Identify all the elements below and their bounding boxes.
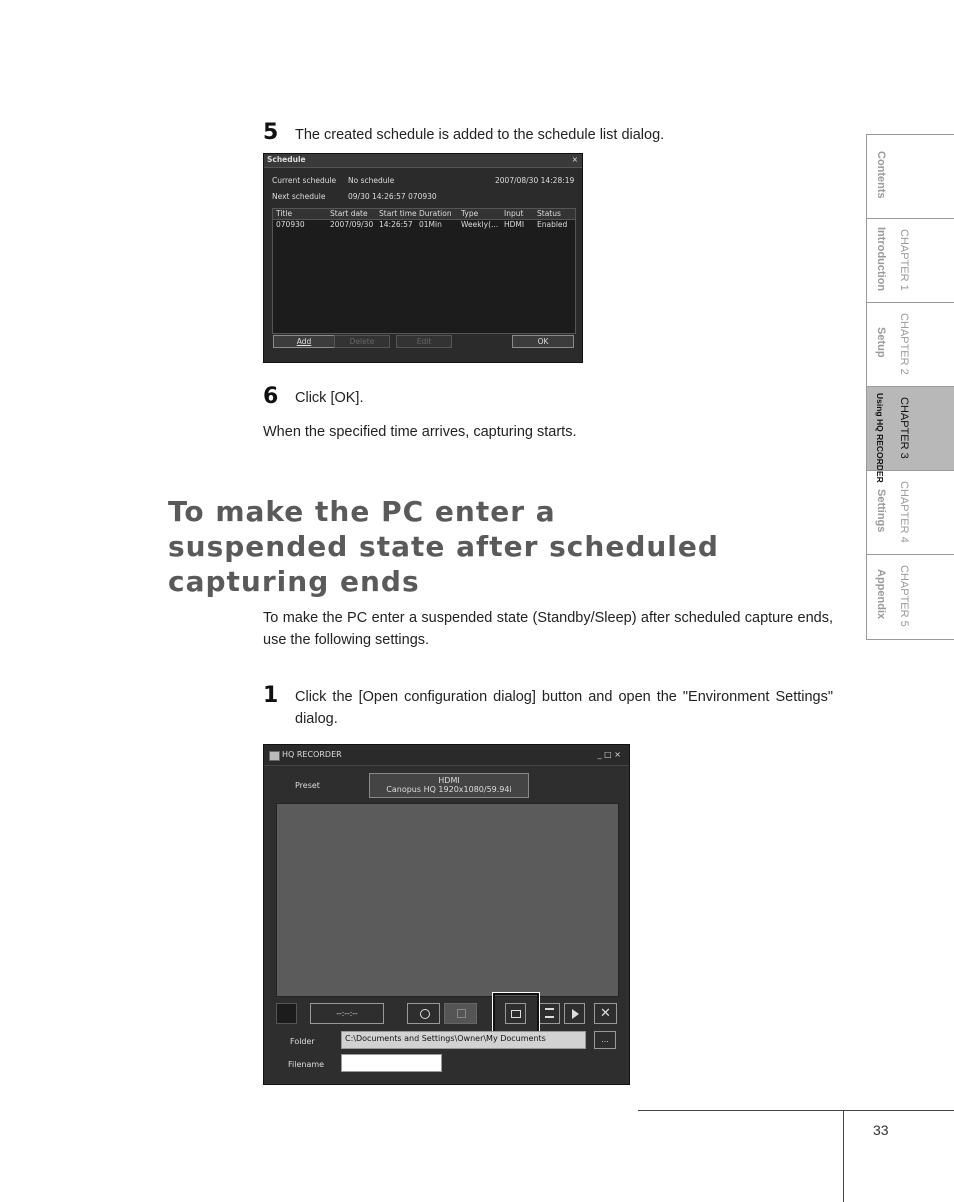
heading-line: capturing ends	[168, 565, 420, 598]
heading-line: To make the PC enter a	[168, 495, 556, 528]
exit-button[interactable]: ✕	[594, 1003, 617, 1024]
video-preview	[276, 803, 619, 997]
record-button[interactable]	[407, 1003, 440, 1024]
folder-label: Folder	[290, 1037, 315, 1046]
filename-input[interactable]	[341, 1054, 442, 1072]
step-number: 1	[263, 683, 279, 708]
callout-highlight	[492, 992, 540, 1034]
edit-button[interactable]: Edit	[396, 335, 452, 348]
preset-selector[interactable]: HDMI Canopus HQ 1920x1080/59.94i	[369, 773, 529, 798]
next-schedule-label: Next schedule	[272, 192, 326, 201]
tab-using-hq-recorder[interactable]: Using HQ RECORDER CHAPTER 3	[866, 386, 954, 483]
preset-input: HDMI	[438, 776, 460, 785]
close-icon[interactable]: ×	[572, 155, 578, 164]
step-text: The created schedule is added to the sch…	[295, 127, 665, 143]
page-number: 33	[873, 1122, 889, 1138]
timecode-display: --:--:--	[310, 1003, 384, 1024]
browse-button[interactable]: ...	[594, 1031, 616, 1049]
preset-format: Canopus HQ 1920x1080/59.94i	[386, 785, 512, 794]
column-header[interactable]: Title	[276, 209, 292, 218]
cell: Weekly(...	[461, 220, 499, 229]
cell: 2007/09/30	[330, 220, 374, 229]
step-text: Click the [Open configuration dialog] bu…	[295, 689, 833, 727]
tab-chapter: CHAPTER 4	[898, 481, 910, 543]
footer-rule	[638, 1110, 954, 1111]
play-button[interactable]	[564, 1003, 585, 1024]
open-configuration-dialog-button[interactable]	[539, 1003, 560, 1024]
delete-button-label: Delete	[349, 337, 375, 346]
cell: HDMI	[504, 220, 525, 229]
record-icon	[420, 1009, 430, 1019]
folder-path-field[interactable]: C:\Documents and Settings\Owner\My Docum…	[341, 1031, 586, 1049]
dialog-title: Schedule	[267, 155, 306, 164]
column-header[interactable]: Status	[537, 209, 561, 218]
cell: 14:26:57	[379, 220, 413, 229]
tab-title: Introduction	[875, 227, 887, 292]
column-header[interactable]: Input	[504, 209, 523, 218]
level-meter	[276, 1003, 297, 1024]
step-note: When the specified time arrives, capturi…	[263, 424, 577, 440]
stop-button[interactable]	[444, 1003, 477, 1024]
window-title: HQ RECORDER	[282, 750, 342, 759]
current-schedule-label: Current schedule	[272, 176, 337, 185]
cell: 070930	[276, 220, 305, 229]
schedule-dialog: Schedule × Current schedule No schedule …	[263, 153, 583, 363]
tab-chapter: CHAPTER 2	[898, 313, 910, 375]
section-heading: To make the PC enter a suspended state a…	[168, 494, 848, 599]
close-x-icon: ✕	[600, 1006, 611, 1021]
intro-paragraph: To make the PC enter a suspended state (…	[263, 610, 833, 648]
next-schedule-value: 09/30 14:26:57 070930	[348, 192, 437, 201]
cell: Enabled	[537, 220, 568, 229]
column-header[interactable]: Duration	[419, 209, 452, 218]
current-schedule-value: No schedule	[348, 176, 395, 185]
filename-label: Filename	[288, 1060, 325, 1069]
column-header[interactable]: Type	[461, 209, 478, 218]
preset-label: Preset	[295, 781, 320, 790]
heading-line: suspended state after scheduled	[168, 530, 719, 563]
tab-title: Appendix	[875, 569, 887, 620]
dialog-titlebar: Schedule ×	[264, 154, 582, 168]
tab-chapter: CHAPTER 5	[898, 565, 910, 627]
add-button[interactable]: Add	[273, 335, 335, 348]
app-icon	[269, 751, 280, 761]
folder-path: C:\Documents and Settings\Owner\My Docum…	[345, 1034, 546, 1043]
step-number: 5	[263, 120, 279, 145]
column-header[interactable]: Start time	[379, 209, 417, 218]
tab-chapter: CHAPTER 3	[898, 397, 910, 459]
ok-button[interactable]: OK	[512, 335, 574, 348]
tab-contents[interactable]: Contents	[866, 134, 954, 218]
list-header: Title Start date Start time Duration Typ…	[273, 209, 575, 220]
play-icon	[572, 1009, 579, 1019]
tab-settings[interactable]: Settings CHAPTER 4	[866, 470, 954, 554]
edit-button-label: Edit	[416, 337, 432, 346]
hq-recorder-window: HQ RECORDER _ □ × Preset HDMI Canopus HQ…	[263, 744, 630, 1085]
browse-label: ...	[601, 1035, 609, 1044]
tab-chapter: CHAPTER 1	[898, 229, 910, 291]
window-titlebar: HQ RECORDER _ □ ×	[264, 745, 629, 766]
stop-icon	[457, 1009, 466, 1018]
tab-title: Contents	[875, 151, 887, 199]
current-datetime: 2007/08/30 14:28:19	[495, 176, 575, 185]
timecode: --:--:--	[336, 1009, 358, 1018]
ok-button-label: OK	[537, 337, 549, 346]
schedule-list[interactable]: Title Start date Start time Duration Typ…	[272, 208, 576, 334]
footer-divider	[843, 1110, 844, 1202]
tab-introduction[interactable]: Introduction CHAPTER 1	[866, 218, 954, 302]
column-header[interactable]: Start date	[330, 209, 368, 218]
tab-setup[interactable]: Setup CHAPTER 2	[866, 302, 954, 386]
chapter-tabs: Contents Introduction CHAPTER 1 Setup CH…	[866, 134, 954, 640]
delete-button[interactable]: Delete	[334, 335, 390, 348]
tab-title: Settings	[875, 489, 887, 533]
window-controls[interactable]: _ □ ×	[598, 750, 621, 759]
settings-list-icon	[545, 1008, 554, 1018]
cell: 01Min	[419, 220, 442, 229]
step-text: Click [OK].	[295, 390, 364, 406]
step-number: 6	[263, 384, 279, 409]
add-button-label: Add	[296, 337, 312, 346]
tab-title: Setup	[875, 327, 887, 358]
tab-appendix[interactable]: Appendix CHAPTER 5	[866, 554, 954, 640]
